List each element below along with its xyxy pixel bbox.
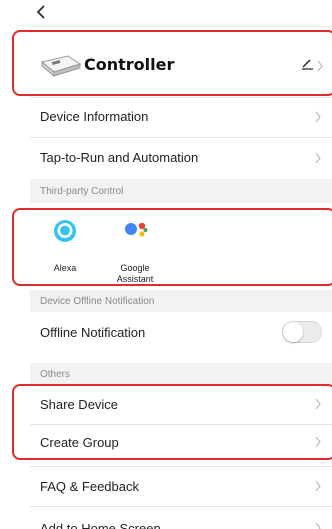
back-icon[interactable]: [34, 3, 48, 21]
highlight-box-third-party: [12, 208, 332, 286]
section-others: Others: [30, 363, 332, 385]
menu-add-to-home-screen[interactable]: Add to Home Screen: [30, 507, 332, 529]
toggle-knob: [283, 322, 303, 342]
device-information-label: Device Information: [40, 109, 149, 124]
offline-notification-toggle[interactable]: [282, 321, 322, 343]
add-to-home-screen-label: Add to Home Screen: [40, 521, 161, 529]
top-bar: [0, 0, 332, 26]
section-label: Device Offline Notification: [40, 296, 155, 307]
divider: [30, 26, 332, 27]
menu-faq-feedback[interactable]: FAQ & Feedback: [30, 467, 332, 505]
highlight-box-share-group: [12, 384, 332, 460]
chevron-right-icon: [315, 152, 321, 164]
section-third-party-control: Third-party Control: [30, 179, 332, 203]
tap-to-run-label: Tap-to-Run and Automation: [40, 150, 199, 165]
chevron-right-icon: [315, 522, 321, 529]
chevron-right-icon: [315, 111, 321, 123]
offline-notification-label: Offline Notification: [40, 325, 146, 340]
menu-device-information[interactable]: Device Information: [30, 98, 332, 136]
highlight-box-device-header: [12, 30, 332, 96]
faq-feedback-label: FAQ & Feedback: [40, 479, 139, 494]
menu-tap-to-run[interactable]: Tap-to-Run and Automation: [30, 138, 332, 178]
menu-offline-notification: Offline Notification: [30, 312, 332, 352]
chevron-right-icon: [315, 480, 321, 492]
section-device-offline-notification: Device Offline Notification: [30, 290, 332, 312]
section-label: Others: [40, 369, 71, 380]
section-label: Third-party Control: [40, 186, 124, 197]
